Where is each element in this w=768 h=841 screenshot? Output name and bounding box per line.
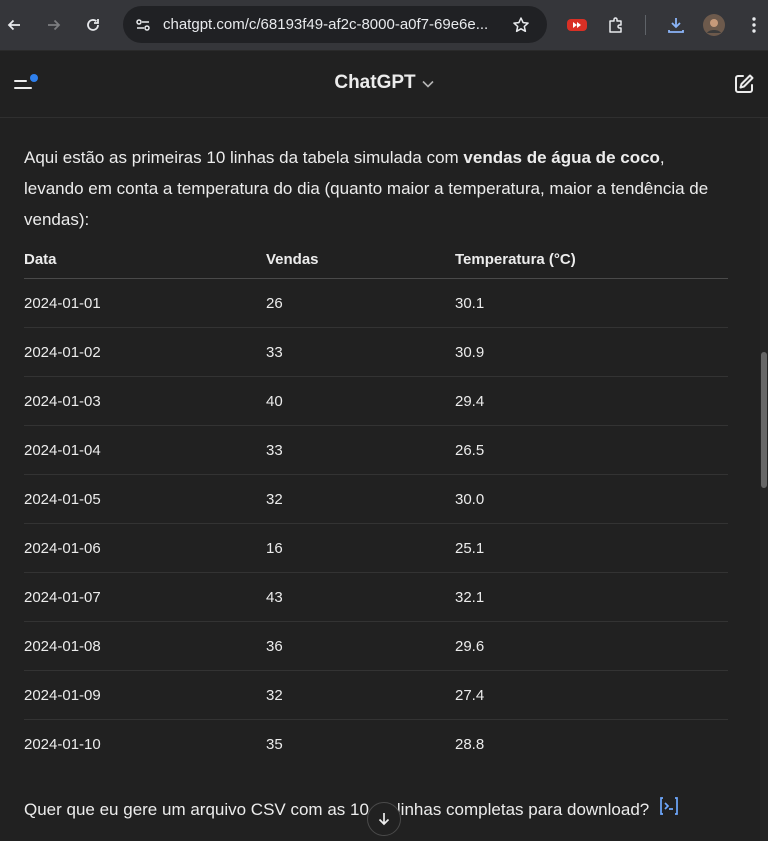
- table-cell: 30.0: [455, 474, 728, 524]
- scroll-to-bottom-button[interactable]: [367, 802, 401, 836]
- table-cell: 2024-01-04: [24, 425, 266, 475]
- table-cell: 28.8: [455, 735, 485, 753]
- table-cell: 32: [266, 670, 455, 720]
- table-cell: 27.4: [455, 670, 728, 720]
- sales-table: Data Vendas Temperatura (°C) 2024-01-01 2…: [24, 240, 728, 768]
- reload-icon: [87, 19, 99, 31]
- table-cell: 2024-01-10: [24, 735, 101, 753]
- avatar[interactable]: [700, 11, 728, 39]
- arrow-down-icon: [378, 813, 390, 826]
- download-icon[interactable]: [662, 11, 690, 39]
- table-cell: 36: [266, 621, 455, 671]
- arrow-right-icon: [48, 19, 61, 31]
- table-cell: 2024-01-06: [24, 523, 266, 573]
- model-selector[interactable]: ChatGPT: [0, 72, 768, 94]
- table-cell: 2024-01-01: [24, 278, 266, 328]
- chat-header: ChatGPT: [0, 51, 768, 118]
- table-cell: 30.1: [455, 278, 728, 328]
- scrollbar-thumb[interactable]: [761, 352, 767, 488]
- table-cell: 43: [266, 572, 455, 622]
- table-cell: 32: [266, 474, 455, 524]
- table-cell: 2024-01-07: [24, 572, 266, 622]
- page-title: ChatGPT: [334, 72, 416, 94]
- table-row: 2024-01-09 32 27.4: [24, 670, 728, 720]
- table-header-row: Data Vendas Temperatura (°C): [24, 240, 728, 279]
- table-cell: 29.6: [455, 621, 728, 671]
- fast-forward-extension-icon[interactable]: [563, 11, 591, 39]
- edit-icon: [735, 74, 754, 93]
- table-cell: 2024-01-03: [24, 376, 266, 426]
- column-header: Data: [24, 240, 266, 279]
- table-row: 2024-01-05 32 30.0: [24, 474, 728, 524]
- new-chat-button[interactable]: [732, 72, 756, 96]
- browser-toolbar: chatgpt.com/c/68193f49-af2c-8000-a0f7-69…: [0, 0, 768, 51]
- intro-bold-text: vendas de água de coco: [463, 148, 660, 167]
- table-cell: 40: [266, 376, 455, 426]
- table-cell: 2024-01-05: [24, 474, 266, 524]
- table-cell: 33: [266, 425, 455, 475]
- tune-icon[interactable]: [133, 15, 153, 35]
- table-row: 2024-01-03 40 29.4: [24, 376, 728, 426]
- kebab-menu-icon[interactable]: [740, 11, 768, 39]
- back-button[interactable]: [0, 11, 28, 39]
- table-cell: 2024-01-09: [24, 670, 266, 720]
- table-cell: 2024-01-02: [24, 327, 266, 377]
- table-cell: 30.9: [455, 327, 728, 377]
- table-cell: 35: [266, 735, 283, 753]
- column-header: Vendas: [266, 240, 455, 279]
- reload-button[interactable]: [79, 11, 107, 39]
- address-bar[interactable]: chatgpt.com/c/68193f49-af2c-8000-a0f7-69…: [123, 6, 547, 43]
- question-text-end: linhas completas para download?: [396, 800, 650, 819]
- table-cell: 32.1: [455, 572, 728, 622]
- table-cell: 26.5: [455, 425, 728, 475]
- table-row: 2024-01-10 35 28.8: [24, 720, 728, 769]
- table-cell: 29.4: [455, 376, 728, 426]
- assistant-message-intro: Aqui estão as primeiras 10 linhas da tab…: [24, 142, 724, 235]
- puzzle-icon[interactable]: [602, 11, 630, 39]
- table-cell: 25.1: [455, 523, 728, 573]
- table-cell: 33: [266, 327, 455, 377]
- arrow-left-icon: [7, 19, 20, 31]
- table-row: 2024-01-02 33 30.9: [24, 327, 728, 377]
- toolbar-divider: [645, 15, 646, 35]
- table-cell: 16: [266, 523, 455, 573]
- table-row: 2024-01-01 26 30.1: [24, 278, 728, 328]
- table-row: 2024-01-08 36 29.6: [24, 621, 728, 671]
- table-cell: 26: [266, 278, 455, 328]
- url-text[interactable]: chatgpt.com/c/68193f49-af2c-8000-a0f7-69…: [163, 6, 493, 43]
- table-row: 2024-01-06 16 25.1: [24, 523, 728, 573]
- code-icon[interactable]: [658, 796, 680, 825]
- forward-button[interactable]: [40, 11, 68, 39]
- question-text: Quer que eu gere um arquivo CSV com as 1…: [24, 800, 369, 819]
- star-icon[interactable]: [511, 15, 531, 35]
- table-row: 2024-01-07 43 32.1: [24, 572, 728, 622]
- intro-text: Aqui estão as primeiras 10 linhas da tab…: [24, 148, 464, 167]
- column-header: Temperatura (°C): [455, 240, 728, 279]
- chevron-down-icon: [422, 72, 434, 94]
- table-row: 2024-01-04 33 26.5: [24, 425, 728, 475]
- table-cell: 2024-01-08: [24, 621, 266, 671]
